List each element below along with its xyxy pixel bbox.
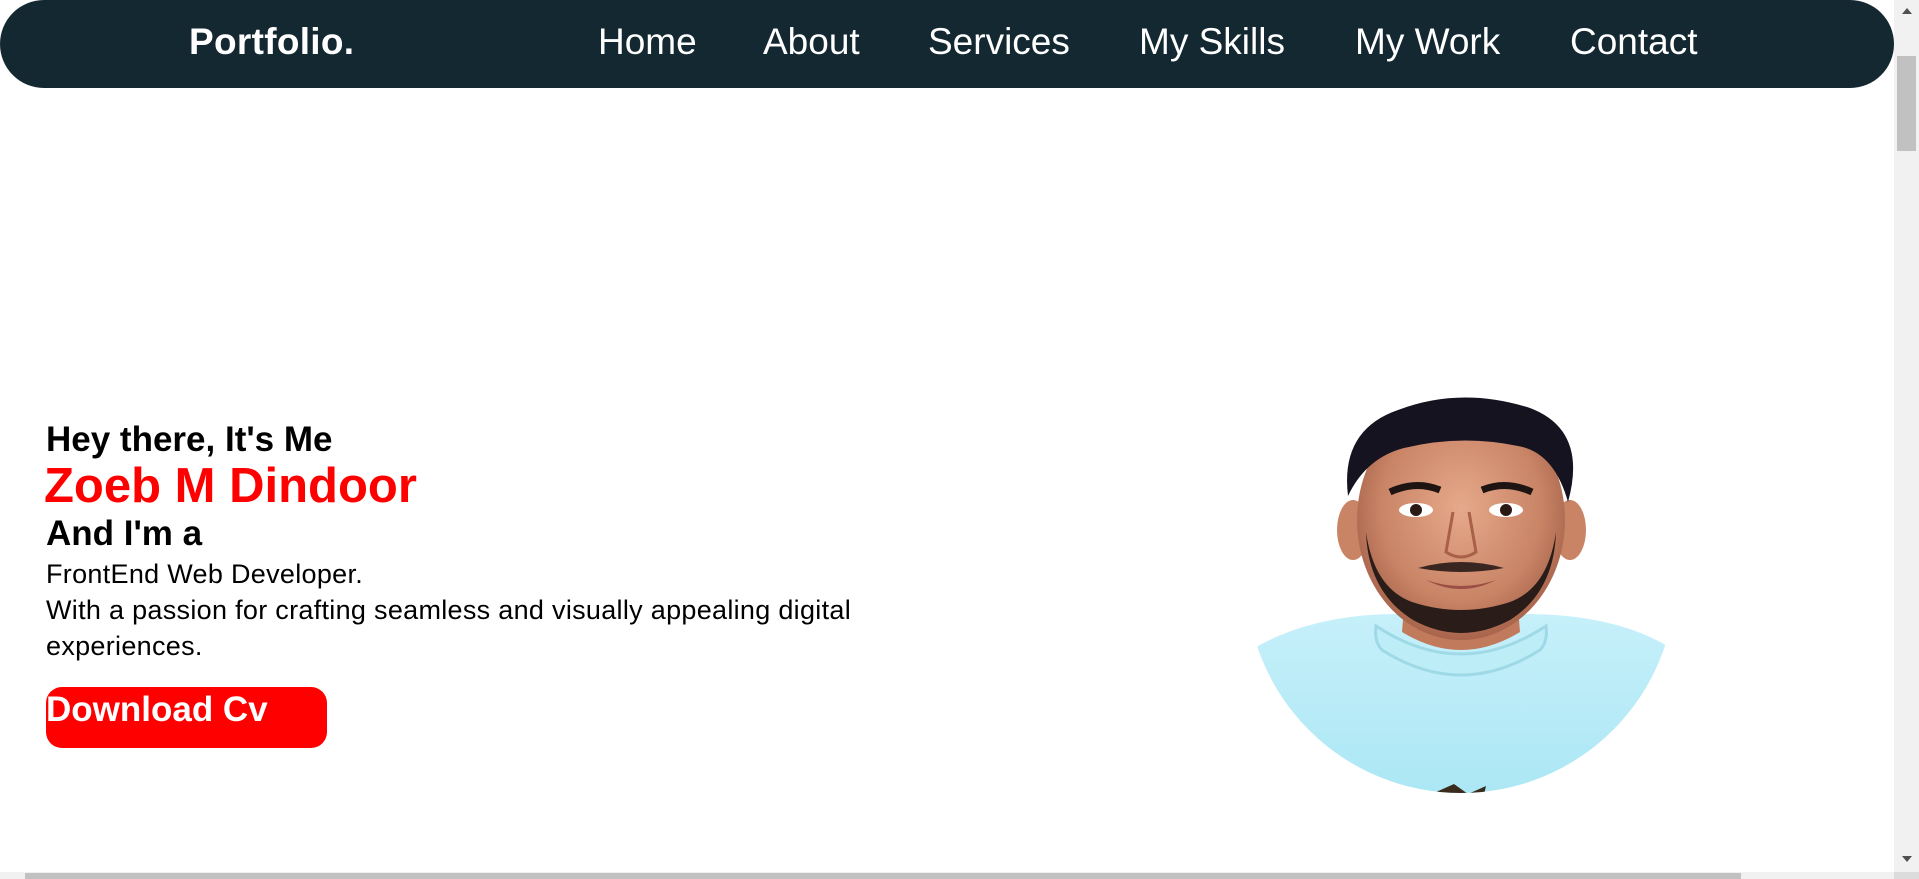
page: Portfolio. Home About Services My Skills…	[0, 0, 1894, 872]
nav-link-home[interactable]: Home	[598, 20, 697, 64]
hero-name: Zoeb M Dindoor	[44, 459, 417, 513]
download-cv-button[interactable]: Download Cv	[46, 687, 327, 748]
logo[interactable]: Portfolio.	[189, 20, 354, 64]
vertical-scrollbar[interactable]	[1894, 0, 1919, 872]
nav-link-my-work[interactable]: My Work	[1355, 20, 1500, 64]
nav-link-services[interactable]: Services	[928, 20, 1070, 64]
hero-greeting: Hey there, It's Me	[46, 420, 333, 459]
horizontal-scroll-thumb[interactable]	[25, 873, 1741, 879]
scrollbar-corner	[1894, 872, 1919, 879]
vertical-scroll-thumb[interactable]	[1897, 56, 1916, 151]
hero-role-intro: And I'm a	[46, 514, 203, 553]
hero-text: Hey there, It's Me Zoeb M Dindoor And I'…	[44, 418, 906, 664]
navbar: Portfolio. Home About Services My Skills…	[0, 0, 1894, 88]
nav-link-contact[interactable]: Contact	[1570, 20, 1698, 64]
hero-role: FrontEnd Web Developer.	[46, 559, 364, 589]
horizontal-scrollbar[interactable]	[0, 872, 1894, 879]
scroll-up-arrow-icon[interactable]	[1902, 8, 1912, 14]
nav-link-my-skills[interactable]: My Skills	[1139, 20, 1285, 64]
scroll-down-arrow-icon[interactable]	[1902, 856, 1912, 862]
nav-link-about[interactable]: About	[763, 20, 860, 64]
hero-description: With a passion for crafting seamless and…	[46, 595, 852, 661]
profile-photo	[1248, 392, 1674, 812]
